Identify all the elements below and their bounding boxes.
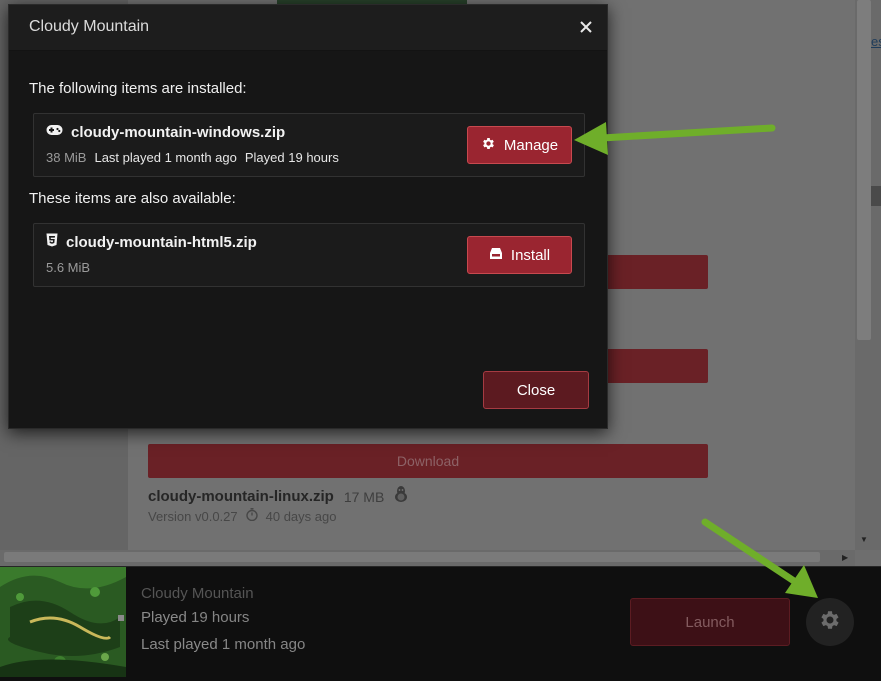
- clock-icon: [245, 508, 258, 524]
- download-label: Download: [396, 453, 460, 469]
- scroll-down-arrow-icon[interactable]: ▼: [860, 536, 868, 544]
- background-file-row: cloudy-mountain-linux.zip 17 MB: [148, 486, 408, 507]
- install-label: Install: [510, 246, 551, 264]
- installed-heading: The following items are installed:: [29, 80, 247, 97]
- item-last-played: Last played 1 month ago: [94, 150, 237, 165]
- item-size: 5.6 MiB: [46, 260, 91, 275]
- install-button[interactable]: Install: [467, 236, 572, 274]
- item-played: Played 19 hours: [244, 150, 339, 165]
- manage-label: Manage: [503, 136, 559, 154]
- linux-icon: [394, 486, 408, 507]
- install-icon: [489, 247, 503, 264]
- item-name-row: cloudy-mountain-windows.zip: [46, 123, 285, 141]
- game-thumbnail: [0, 567, 126, 677]
- html5-icon: [46, 233, 58, 252]
- launch-label: Launch: [685, 613, 735, 631]
- gamepad-icon: [46, 123, 63, 141]
- gear-icon: [818, 608, 842, 637]
- item-size: 38 MiB: [46, 150, 87, 165]
- manage-modal: Cloudy Mountain The following items are …: [8, 4, 608, 429]
- close-button[interactable]: Close: [483, 371, 589, 409]
- available-item: cloudy-mountain-html5.zip 5.6 MiB Instal…: [33, 223, 585, 287]
- last-played-stat: Last played 1 month ago: [141, 636, 305, 653]
- game-settings-button[interactable]: [806, 598, 854, 646]
- close-label: Close: [516, 381, 556, 399]
- game-title: Cloudy Mountain: [141, 585, 254, 602]
- file-age: 40 days ago: [265, 508, 337, 524]
- launch-button[interactable]: Launch: [630, 598, 790, 646]
- item-name: cloudy-mountain-windows.zip: [71, 123, 286, 141]
- item-meta: 5.6 MiB: [46, 260, 90, 275]
- game-bar: Cloudy Mountain Played 19 hours Last pla…: [0, 566, 881, 681]
- item-name: cloudy-mountain-html5.zip: [66, 234, 257, 251]
- close-icon[interactable]: [576, 17, 596, 37]
- installed-item: cloudy-mountain-windows.zip 38 MiB Last …: [33, 113, 585, 177]
- available-heading: These items are also available:: [29, 190, 236, 207]
- background-side-bar: [871, 186, 881, 206]
- file-version: Version v0.0.27: [148, 508, 238, 524]
- file-size: 17 MB: [343, 488, 385, 505]
- item-meta: 38 MiB Last played 1 month ago Played 19…: [46, 150, 339, 165]
- gear-icon: [481, 136, 496, 155]
- vertical-scrollbar[interactable]: [857, 0, 871, 340]
- modal-title: Cloudy Mountain: [29, 18, 150, 35]
- background-file-meta: Version v0.0.27 40 days ago: [148, 508, 336, 524]
- played-label: Played: [141, 609, 187, 626]
- file-name: cloudy-mountain-linux.zip: [148, 488, 334, 505]
- modal-header: Cloudy Mountain: [9, 5, 607, 51]
- played-stat: Played 19 hours: [141, 609, 249, 626]
- last-played-value: 1 month ago: [221, 636, 306, 653]
- download-button[interactable]: Download: [148, 444, 708, 478]
- background-side-link[interactable]: es: [871, 34, 881, 49]
- horizontal-scrollbar[interactable]: [4, 552, 820, 562]
- manage-button[interactable]: Manage: [467, 126, 572, 164]
- played-value: 19 hours: [191, 609, 250, 626]
- item-name-row: cloudy-mountain-html5.zip: [46, 233, 257, 252]
- last-played-label: Last played: [141, 636, 218, 653]
- scroll-right-arrow-icon[interactable]: ▶: [842, 554, 848, 562]
